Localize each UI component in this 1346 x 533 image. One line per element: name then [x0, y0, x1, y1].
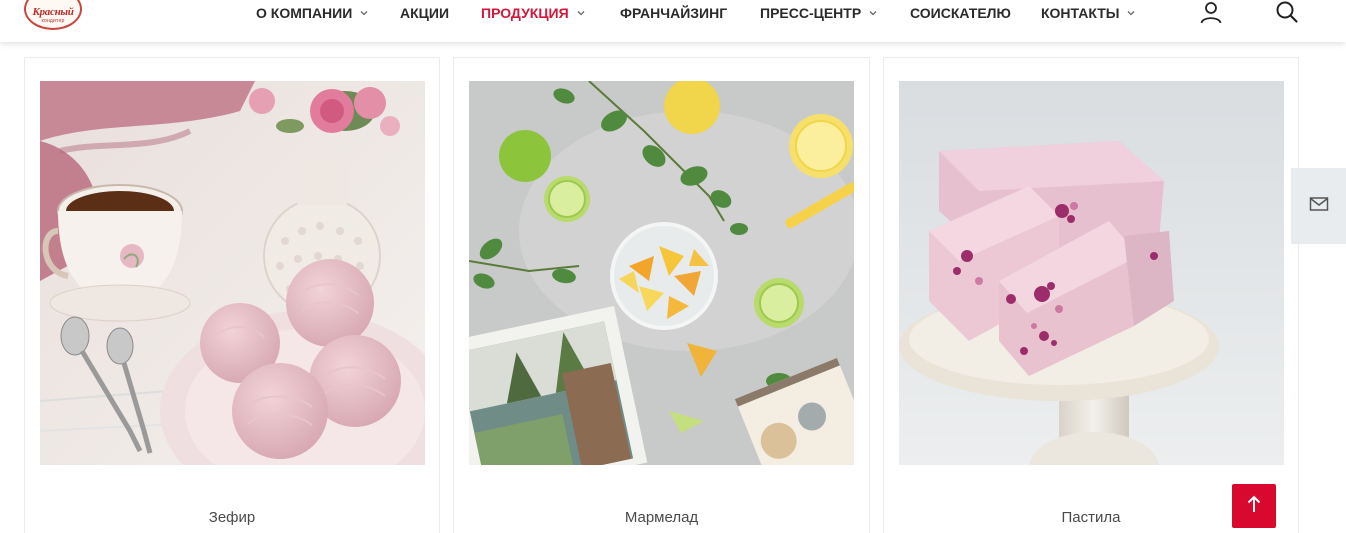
user-icon[interactable]: [1199, 0, 1223, 24]
chevron-down-icon: [1127, 9, 1135, 17]
nav-item-label: СОИСКАТЕЛЮ: [910, 5, 1011, 21]
site-header: Красный кондитер О КОМПАНИИ АКЦИИ ПРОДУК…: [0, 0, 1346, 42]
nav-item-label: АКЦИИ: [400, 5, 450, 21]
nav-item-contacts[interactable]: КОНТАКТЫ: [1041, 4, 1135, 22]
product-card-zephyr[interactable]: Зефир: [24, 57, 440, 533]
nav-item-promotions[interactable]: АКЦИИ: [400, 4, 449, 22]
chevron-down-icon: [577, 9, 585, 17]
nav-item-label: ФРАНЧАЙЗИНГ: [620, 5, 728, 21]
product-name[interactable]: Мармелад: [454, 509, 869, 526]
feedback-tab[interactable]: [1291, 168, 1346, 244]
nav-item-label: ПРОДУКЦИЯ: [481, 5, 569, 21]
chevron-down-icon: [360, 9, 368, 17]
nav-item-label: ПРЕСС-ЦЕНТР: [760, 5, 862, 21]
product-card-pastila[interactable]: Пастила: [883, 57, 1299, 533]
nav-item-franchising[interactable]: ФРАНЧАЙЗИНГ: [620, 4, 727, 22]
nav-item-about[interactable]: О КОМПАНИИ: [256, 4, 368, 22]
nav-item-careers[interactable]: СОИСКАТЕЛЮ: [910, 4, 1011, 22]
zephyr-photo[interactable]: [40, 81, 425, 465]
main-nav: О КОМПАНИИ АКЦИИ ПРОДУКЦИЯ ФРАНЧАЙЗИНГ П…: [0, 0, 1346, 26]
pastila-photo[interactable]: [899, 81, 1284, 465]
product-name[interactable]: Зефир: [25, 509, 439, 526]
nav-item-label: КОНТАКТЫ: [1041, 5, 1120, 21]
arrow-up-icon: [1246, 495, 1262, 518]
nav-item-label: О КОМПАНИИ: [256, 5, 353, 21]
product-card-marmalade[interactable]: Мармелад: [453, 57, 870, 533]
marmalade-photo[interactable]: [469, 81, 854, 465]
nav-item-products[interactable]: ПРОДУКЦИЯ: [481, 4, 585, 22]
chevron-down-icon: [869, 9, 877, 17]
nav-item-press-center[interactable]: ПРЕСС-ЦЕНТР: [760, 4, 877, 22]
search-icon[interactable]: [1275, 0, 1299, 24]
scroll-top-button[interactable]: [1232, 484, 1276, 528]
mail-icon: [1309, 196, 1329, 217]
